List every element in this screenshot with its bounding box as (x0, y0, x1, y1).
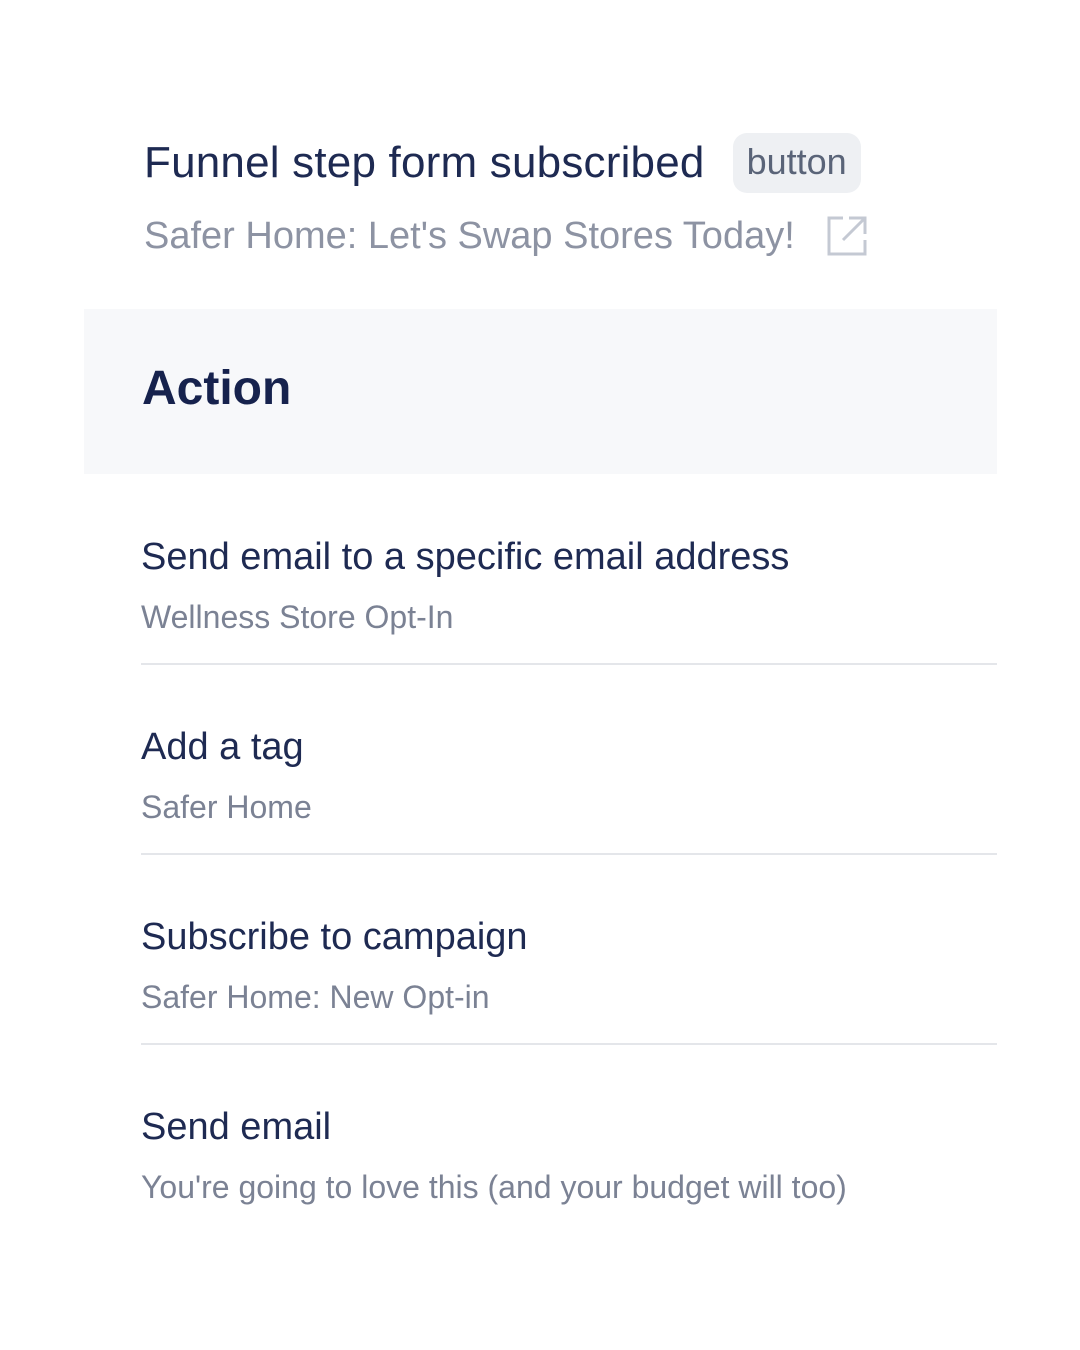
action-list: Send email to a specific email address W… (141, 475, 997, 1235)
action-item-add-tag[interactable]: Add a tag Safer Home (141, 665, 997, 855)
section-title: Action (142, 362, 292, 415)
action-detail: Safer Home (141, 789, 312, 825)
action-detail: Safer Home: New Opt-in (141, 979, 490, 1015)
action-section-header: Action (84, 309, 997, 474)
action-detail: Wellness Store Opt-In (141, 599, 454, 635)
action-item-send-email-to-address[interactable]: Send email to a specific email address W… (141, 475, 997, 665)
trigger-title-row: Funnel step form subscribed button (144, 132, 974, 194)
trigger-subtitle: Safer Home: Let's Swap Stores Today! (144, 214, 795, 257)
action-item-subscribe-to-campaign[interactable]: Subscribe to campaign Safer Home: New Op… (141, 855, 997, 1045)
action-label: Add a tag (141, 726, 304, 768)
action-item-send-email[interactable]: Send email You're going to love this (an… (141, 1045, 997, 1235)
external-link-icon[interactable] (823, 212, 871, 260)
trigger-block: Funnel step form subscribed button Safer… (144, 132, 974, 264)
trigger-type-badge: button (732, 133, 861, 193)
trigger-subtitle-row: Safer Home: Let's Swap Stores Today! (144, 208, 974, 264)
action-label: Send email to a specific email address (141, 536, 790, 578)
action-label: Subscribe to campaign (141, 916, 528, 958)
action-label: Send email (141, 1106, 332, 1148)
trigger-title: Funnel step form subscribed (144, 138, 705, 187)
action-detail: You're going to love this (and your budg… (141, 1169, 847, 1205)
